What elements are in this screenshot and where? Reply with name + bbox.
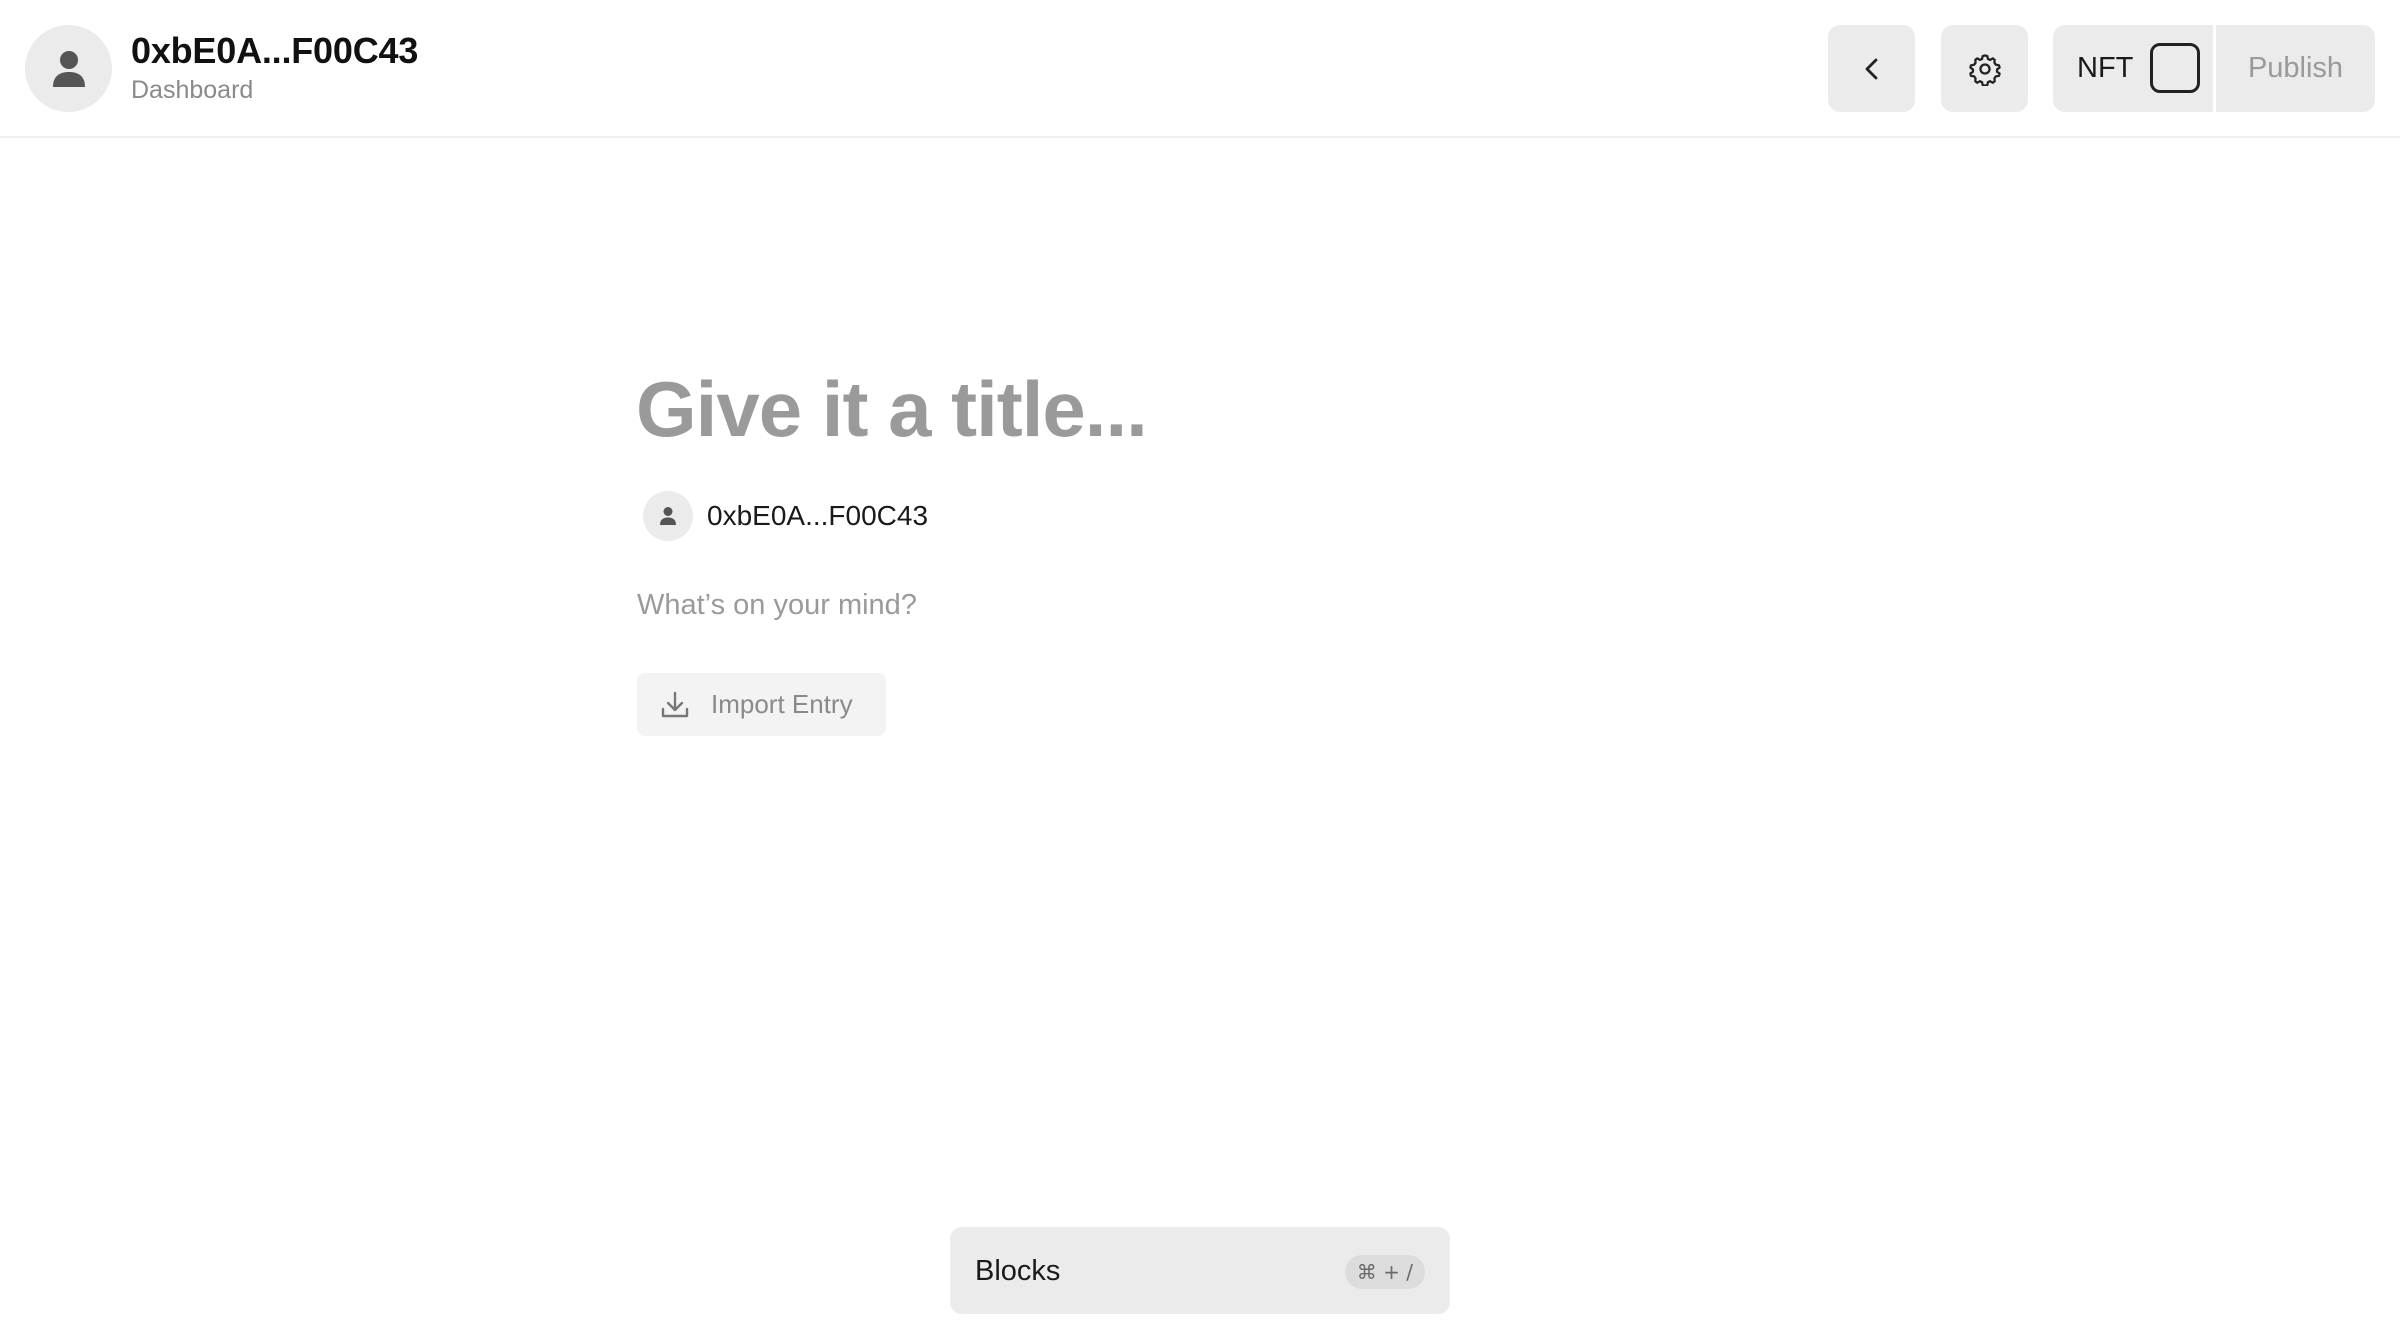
title-input[interactable]: Give it a title...: [636, 364, 1148, 455]
nft-toggle[interactable]: NFT: [2053, 25, 2213, 112]
author-chip: 0xbE0A...F00C43: [643, 491, 928, 541]
publish-group: NFT Publish: [2053, 25, 2375, 112]
nft-label: NFT: [2077, 52, 2134, 84]
account-avatar[interactable]: [25, 25, 112, 112]
import-entry-button[interactable]: Import Entry: [637, 673, 886, 736]
author-avatar: [643, 491, 693, 541]
account-name[interactable]: 0xbE0A...F00C43: [131, 30, 418, 72]
user-icon: [660, 507, 676, 525]
dashboard-link[interactable]: Dashboard: [131, 76, 253, 105]
blocks-label: Blocks: [975, 1255, 1061, 1287]
author-name: 0xbE0A...F00C43: [707, 500, 929, 531]
user-icon: [52, 50, 85, 87]
publish-button[interactable]: Publish: [2216, 25, 2375, 112]
back-button[interactable]: [1828, 25, 1915, 112]
keyboard-shortcut-badge: ⌘ + /: [1344, 1255, 1425, 1289]
nft-checkbox[interactable]: [2150, 43, 2200, 93]
blocks-button[interactable]: Blocks ⌘ + /: [950, 1227, 1450, 1314]
settings-button[interactable]: [1941, 25, 2028, 112]
body-input[interactable]: What’s on your mind?: [637, 589, 917, 622]
gear-icon: [1968, 53, 2001, 86]
top-bar: 0xbE0A...F00C43 Dashboard NFT Publish: [0, 0, 2400, 138]
download-icon: [661, 691, 689, 717]
chevron-left-icon: [1865, 58, 1877, 79]
import-entry-label: Import Entry: [711, 689, 853, 719]
